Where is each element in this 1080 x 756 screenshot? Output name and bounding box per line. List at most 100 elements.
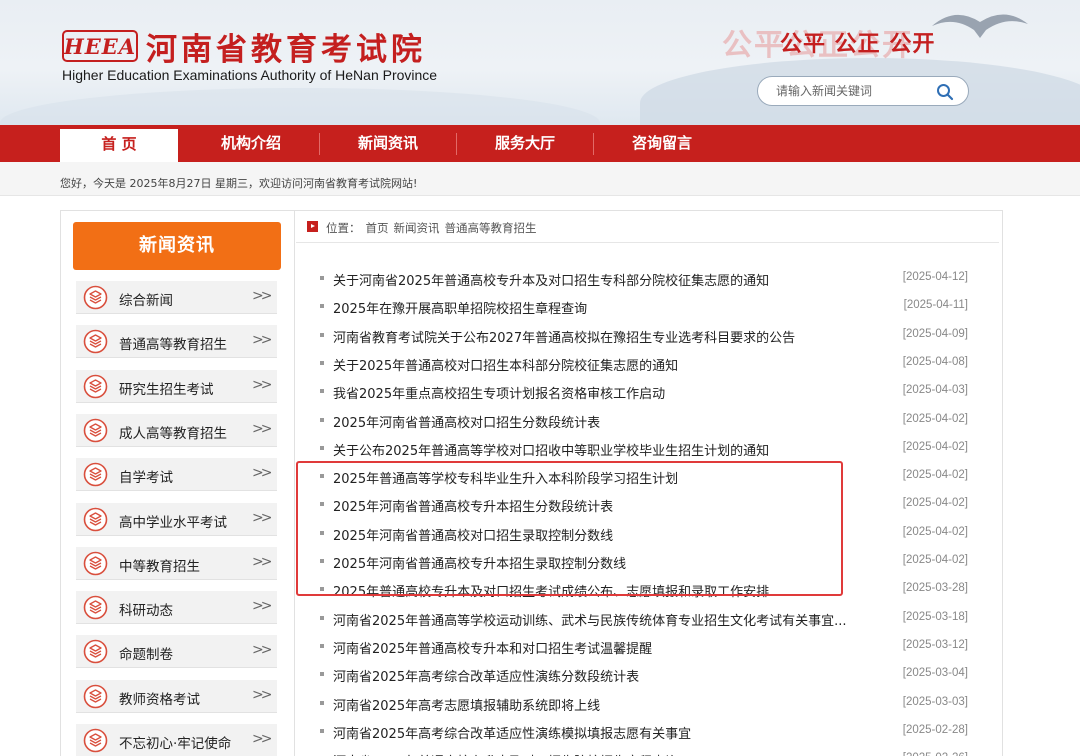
nav-item-consult[interactable]: 咨询留言: [594, 125, 730, 162]
news-title-link[interactable]: 河南省教育考试院关于公布2027年普通高校拟在豫招生专业选考科目要求的公告: [333, 327, 795, 346]
sidebar-item[interactable]: 中等教育招生 >>: [76, 546, 277, 580]
bullet-icon: [320, 332, 324, 337]
news-title-link[interactable]: 河南省2025年普通高等学校运动训练、武术与民族传统体育专业招生文化考试有关事宜…: [333, 610, 846, 629]
breadcrumb: 位置： 首页 新闻资讯 普通高等教育招生: [296, 211, 999, 243]
news-date: [2025-02-26]: [903, 752, 968, 756]
news-date: [2025-04-08]: [902, 355, 968, 368]
breadcrumb-marker-icon: [307, 221, 318, 232]
bullet-icon: [320, 445, 324, 450]
site-logo[interactable]: HEEA 河南省教育考试院: [62, 28, 426, 68]
bullet-icon: [320, 276, 324, 280]
news-list-item[interactable]: 关于河南省2025年普通高校专升本及对口招生专科部分院校征集志愿的通知 [2025…: [320, 268, 972, 289]
sidebar-title: 新闻资讯: [73, 222, 281, 270]
news-list-item[interactable]: 河南省2025年普通高校专升本和对口招生考试温馨提醒 [2025-03-12]: [320, 636, 972, 657]
news-date: [2025-04-02]: [902, 525, 968, 538]
sidebar-item[interactable]: 综合新闻 >>: [76, 281, 277, 314]
bullet-icon: [320, 643, 324, 648]
sidebar-item[interactable]: 研究生招生考试 >>: [76, 369, 277, 403]
sidebar-item[interactable]: 普通高等教育招生 >>: [76, 325, 277, 359]
news-title-link[interactable]: 河南省2025年高考综合改革适应性演练分数段统计表: [333, 666, 639, 685]
news-date: [2025-03-28]: [902, 582, 968, 595]
news-list-item[interactable]: 河南省2025年普通高等学校运动训练、武术与民族传统体育专业招生文化考试有关事宜…: [320, 608, 972, 629]
sidebar-item-label: 高中学业水平考试: [119, 514, 227, 531]
news-title-link[interactable]: 关于河南省2025年普通高校专升本及对口招生专科部分院校征集志愿的通知: [333, 270, 769, 289]
sidebar-item-label: 综合新闻: [119, 293, 173, 309]
highlight-annotation: [296, 461, 843, 596]
layers-circle-icon: [83, 551, 108, 576]
sidebar-item[interactable]: 自学考试 >>: [76, 458, 277, 492]
sidebar-item-label: 不忘初心·牢记使命: [119, 736, 232, 752]
nav-item-services[interactable]: 服务大厅: [457, 125, 593, 162]
news-date: [2025-04-02]: [902, 469, 968, 482]
bullet-icon: [320, 360, 324, 365]
news-title-link[interactable]: 我省2025年重点高校招生专项计划报名资格审核工作启动: [333, 383, 665, 402]
news-title-link[interactable]: 河南省2025年普通高校专升本和对口招生考试温馨提醒: [333, 638, 652, 657]
news-list-item[interactable]: 关于2025年普通高校对口招生本科部分院校征集志愿的通知 [2025-04-08]: [320, 353, 972, 374]
site-name-en: Higher Education Examinations Authority …: [62, 67, 438, 83]
news-date: [2025-04-12]: [902, 271, 968, 283]
news-list-item[interactable]: 河南省2025年高考综合改革适应性演练模拟填报志愿有关事宜 [2025-02-28…: [320, 721, 972, 742]
greeting-bar: 您好，今天是 2025年8月27日 星期三，欢迎访问河南省教育考试院网站!: [0, 162, 1080, 196]
layers-circle-icon: [83, 507, 108, 531]
chevron-double-right-icon: >>: [252, 376, 273, 393]
sidebar-item[interactable]: 不忘初心·牢记使命 >>: [76, 724, 277, 756]
news-list-item[interactable]: 河南省2025年高考志愿填报辅助系统即将上线 [2025-03-03]: [320, 693, 972, 714]
nav-item-about[interactable]: 机构介绍: [183, 125, 319, 162]
news-date: [2025-04-09]: [902, 327, 968, 340]
layers-circle-icon: [83, 684, 108, 708]
breadcrumb-link-home[interactable]: 首页: [366, 221, 389, 235]
chevron-double-right-icon: >>: [252, 686, 273, 703]
news-title-link[interactable]: 2025年河南省普通高校对口招生分数段统计表: [333, 412, 600, 431]
sidebar-item[interactable]: 科研动态 >>: [76, 591, 277, 625]
sidebar-item-label: 自学考试: [119, 470, 173, 487]
breadcrumb-prefix: 位置：: [326, 221, 361, 235]
bullet-icon: [320, 417, 324, 422]
search-input[interactable]: [776, 84, 926, 98]
layers-circle-icon: [83, 640, 108, 664]
eagle-icon: [932, 14, 1028, 38]
news-title-link[interactable]: 河南省2025年高考志愿填报辅助系统即将上线: [333, 695, 600, 714]
sidebar-item-label: 研究生招生考试: [119, 381, 214, 398]
news-list-item[interactable]: 2025年在豫开展高职单招院校招生章程查询 [2025-04-11]: [320, 296, 972, 317]
sidebar-item[interactable]: 成人高等教育招生 >>: [76, 413, 277, 447]
news-list-item[interactable]: 河南省2025年高考综合改革适应性演练分数段统计表 [2025-03-04]: [320, 664, 972, 685]
news-list-item[interactable]: 河南省教育考试院关于公布2027年普通高校拟在豫招生专业选考科目要求的公告 [20…: [320, 325, 972, 346]
news-title-link[interactable]: 河南省2025年高考综合改革适应性演练模拟填报志愿有关事宜: [333, 723, 691, 742]
news-title-link[interactable]: 关于2025年普通高校对口招生本科部分院校征集志愿的通知: [333, 355, 678, 374]
news-title-link[interactable]: 河南省2025年普通高校专升本及对口招生院校招生章程查询: [333, 751, 678, 756]
news-date: [2025-04-03]: [902, 384, 968, 397]
news-list-item[interactable]: 我省2025年重点高校招生专项计划报名资格审核工作启动 [2025-04-03]: [320, 381, 972, 402]
layers-circle-icon: [83, 595, 108, 620]
nav-item-news[interactable]: 新闻资讯: [320, 125, 456, 162]
breadcrumb-link-category[interactable]: 普通高等教育招生: [445, 221, 537, 235]
greeting-text: 您好，今天是 2025年8月27日 星期三，欢迎访问河南省教育考试院网站!: [60, 177, 418, 190]
search-icon[interactable]: [936, 83, 954, 101]
news-date: [2025-04-02]: [902, 440, 968, 453]
news-list-item[interactable]: 2025年河南省普通高校对口招生分数段统计表 [2025-04-02]: [320, 410, 972, 431]
news-title-link[interactable]: 2025年在豫开展高职单招院校招生章程查询: [333, 298, 587, 317]
sidebar-item-label: 教师资格考试: [119, 691, 200, 708]
news-date: [2025-04-11]: [903, 299, 968, 312]
search-box[interactable]: [757, 76, 969, 106]
nav-item-home[interactable]: 首 页: [60, 129, 178, 162]
logo-mark: HEEA: [62, 30, 138, 62]
news-list-item[interactable]: 河南省2025年普通高校专升本及对口招生院校招生章程查询 [2025-02-26]: [320, 749, 972, 756]
news-date: [2025-03-12]: [902, 638, 968, 651]
bullet-icon: [320, 700, 324, 705]
sidebar-item[interactable]: 高中学业水平考试 >>: [76, 502, 277, 536]
news-date: [2025-02-28]: [902, 723, 968, 736]
news-list-item[interactable]: 关于公布2025年普通高等学校对口招收中等职业学校毕业生招生计划的通知 [2025…: [320, 438, 972, 459]
chevron-double-right-icon: >>: [252, 642, 273, 659]
news-date: [2025-03-04]: [902, 667, 968, 680]
site-header: HEEA 河南省教育考试院 Higher Education Examinati…: [0, 0, 1080, 125]
sidebar-item[interactable]: 教师资格考试 >>: [76, 679, 277, 713]
breadcrumb-link-news[interactable]: 新闻资讯: [394, 221, 440, 235]
bullet-icon: [320, 615, 324, 620]
news-date: [2025-04-02]: [902, 497, 968, 510]
layers-circle-icon: [83, 374, 108, 398]
layers-circle-icon: [83, 285, 108, 310]
layers-circle-icon: [83, 462, 108, 487]
slogan: 公平 公正 公开: [780, 32, 936, 57]
sidebar-item[interactable]: 命题制卷 >>: [76, 635, 277, 669]
news-title-link[interactable]: 关于公布2025年普通高等学校对口招收中等职业学校毕业生招生计划的通知: [333, 440, 769, 459]
